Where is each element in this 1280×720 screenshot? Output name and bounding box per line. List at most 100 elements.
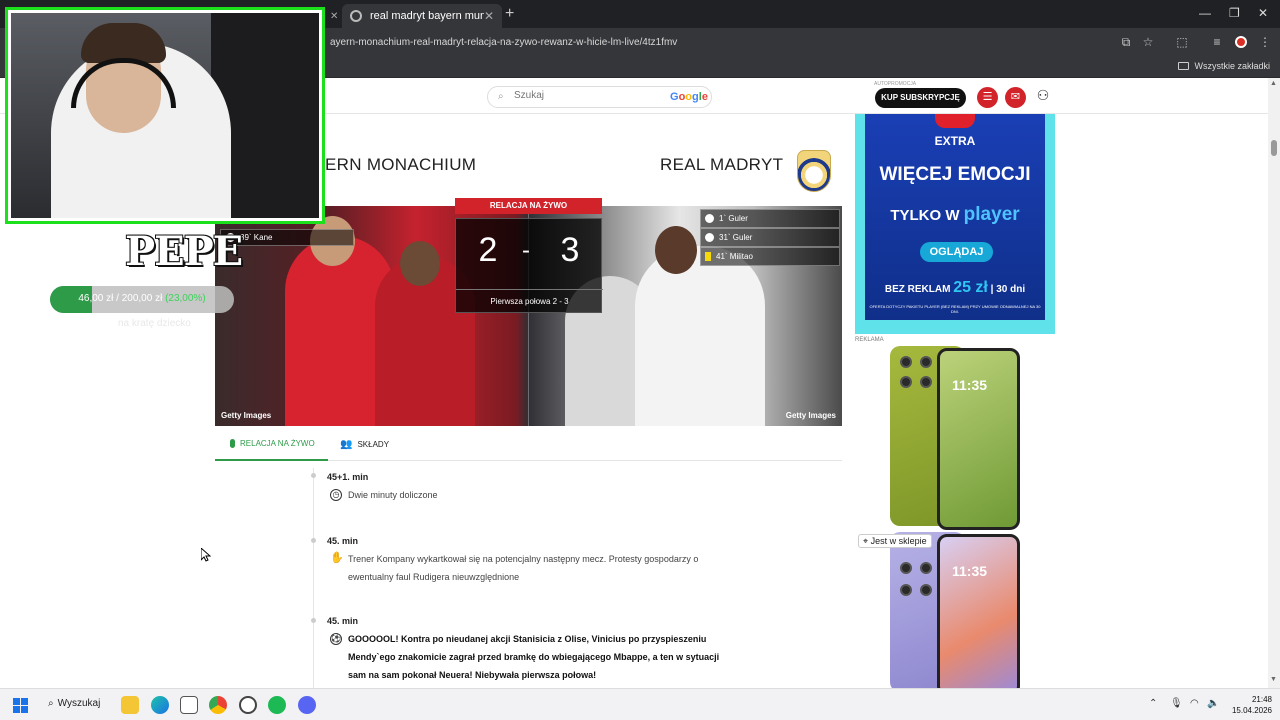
- player-head: [655, 226, 697, 274]
- obs-icon[interactable]: [239, 696, 257, 714]
- phone-ad-2[interactable]: 11:35: [855, 530, 1055, 688]
- active-tab-underline: [215, 459, 328, 461]
- home-score: 2: [478, 231, 498, 269]
- store-icon[interactable]: [180, 696, 198, 714]
- in-store-badge[interactable]: ⌖ Jest w sklepie: [858, 534, 932, 548]
- webcam-overlay: [5, 7, 325, 224]
- search-icon: ⌕: [48, 698, 54, 709]
- feed-entry: 45+1. min ◷ Dwie minuty doliczone: [327, 472, 747, 501]
- ad-top-badge: [935, 114, 975, 128]
- soccer-ball-icon: [705, 214, 714, 223]
- taskbar-search[interactable]: ⌕ Wyszukaj: [48, 698, 100, 709]
- camera-lens: [920, 376, 932, 388]
- clock-time: 21:48: [1251, 695, 1272, 704]
- camera-lens: [900, 584, 912, 596]
- timeline-dot: [311, 473, 316, 478]
- tab-favicon-icon: [350, 10, 362, 22]
- ad-price-value: 25 zł: [953, 279, 988, 296]
- menu-hamburger-icon[interactable]: ☰: [977, 87, 998, 108]
- profile-avatar-icon[interactable]: [1235, 36, 1247, 48]
- feed-text: Dwie minuty doliczone: [348, 490, 438, 500]
- bookmark-star-icon[interactable]: ☆: [1141, 35, 1155, 49]
- wifi-icon[interactable]: ◠: [1190, 698, 1199, 709]
- file-explorer-icon[interactable]: [121, 696, 139, 714]
- feed-text: GOOOOOL! Kontra po nieudanej akcji Stani…: [348, 634, 720, 680]
- ad-watch-button[interactable]: OGLĄDAJ: [920, 242, 993, 262]
- tab-live-report[interactable]: RELACJA NA ŻYWO: [215, 439, 328, 461]
- camera-lens: [900, 562, 912, 574]
- scrollbar-thumb[interactable]: [1271, 140, 1277, 156]
- restore-icon[interactable]: ❐: [1229, 6, 1240, 20]
- microphone-icon: [230, 439, 235, 448]
- real-madrid-crest-icon[interactable]: [797, 150, 831, 192]
- ad-price-prefix: BEZ REKLAM: [884, 284, 951, 295]
- ad-price-suffix: 30 dni: [996, 284, 1026, 295]
- feed-text: Trener Kompany wykartkował się na potenc…: [348, 554, 699, 582]
- home-team-name[interactable]: ERN MONACHIUM: [325, 155, 476, 175]
- new-tab-icon[interactable]: +: [505, 5, 514, 23]
- search-bar[interactable]: ⌕ Google: [487, 86, 712, 108]
- windows-start-icon[interactable]: [13, 698, 28, 713]
- taskbar-clock[interactable]: 21:48 15.04.2026: [1228, 694, 1272, 716]
- people-icon: 👥: [340, 439, 353, 450]
- event-text: 31` Guler: [719, 233, 753, 242]
- extensions-icon[interactable]: ⬚: [1175, 35, 1189, 49]
- phone-ad-1[interactable]: 11:35: [855, 344, 1055, 530]
- feed-minute: 45. min: [327, 616, 359, 626]
- ad-subline: TYLKO W player: [865, 204, 1045, 226]
- feed-timeline-line: [313, 468, 314, 688]
- stopwatch-icon: ◷: [330, 489, 342, 501]
- browser-tab-active[interactable]: real madryt bayern munchen re ✕: [342, 4, 502, 28]
- media-controls-icon[interactable]: ≡: [1210, 35, 1224, 49]
- player-ad-banner[interactable]: EXTRA WIĘCEJ EMOCJI TYLKO W player OGLĄD…: [855, 114, 1055, 334]
- tab-close-icon[interactable]: ✕: [484, 9, 494, 23]
- volume-icon[interactable]: 🔈: [1207, 698, 1219, 709]
- away-score: 3: [560, 231, 580, 269]
- tab-title: real madryt bayern munchen re: [370, 10, 484, 22]
- hand-icon: ✋: [330, 552, 344, 564]
- spotify-icon[interactable]: [268, 696, 286, 714]
- away-team-name[interactable]: REAL MADRYT: [660, 155, 783, 175]
- donation-percent: (23,00%): [165, 293, 206, 304]
- scroll-down-icon[interactable]: ▼: [1270, 676, 1277, 683]
- ad-label: REKLAMA: [855, 337, 884, 343]
- ad-fine-print: OFERTA DOTYCZY PAKIETU PLAYER (BEZ REKLA…: [869, 304, 1041, 314]
- scroll-up-icon[interactable]: ▲: [1270, 80, 1277, 87]
- discord-icon[interactable]: [298, 696, 316, 714]
- subscribe-button[interactable]: KUP SUBSKRYPCJĘ: [875, 88, 966, 108]
- minimize-icon[interactable]: —: [1199, 6, 1211, 20]
- search-icon: ⌕: [498, 91, 504, 102]
- microphone-tray-icon[interactable]: 🎙: [1170, 698, 1183, 709]
- address-bar[interactable]: ayern-monachium-real-madryt-relacja-na-z…: [330, 37, 677, 48]
- ad-headline: WIĘCEJ EMOCJI: [879, 164, 1031, 185]
- tab-lineups[interactable]: 👥 SKŁADY: [340, 439, 389, 450]
- user-account-icon[interactable]: ⚇: [1034, 87, 1052, 105]
- player-figure: [635, 246, 765, 426]
- page-scrollbar[interactable]: ▲ ▼: [1268, 78, 1280, 688]
- half-time-score: Pierwsza połowa 2 - 3: [456, 289, 603, 314]
- timeline-dot: [311, 618, 316, 623]
- in-store-label: Jest w sklepie: [870, 536, 927, 546]
- all-bookmarks-button[interactable]: Wszystkie zakładki: [1178, 61, 1270, 71]
- donation-goal-bar: 46,00 zł / 200,00 zł (23,00%): [50, 286, 234, 313]
- away-event: 1` Guler: [700, 209, 840, 228]
- install-icon[interactable]: ⧉: [1119, 35, 1133, 49]
- player-brand-logo: player: [963, 204, 1020, 225]
- soccer-ball-icon: ⚽: [330, 633, 342, 645]
- event-text: 1` Guler: [719, 214, 748, 223]
- scoreboard: 2 - 3 Pierwsza połowa 2 - 3: [455, 218, 603, 314]
- menu-kebab-icon[interactable]: ⋮: [1258, 35, 1272, 49]
- close-window-icon[interactable]: ✕: [1258, 6, 1268, 20]
- search-input[interactable]: [514, 90, 654, 101]
- browser-tab-previous[interactable]: ✕: [330, 4, 338, 28]
- edge-icon[interactable]: [151, 696, 169, 714]
- tab-close-icon[interactable]: ✕: [330, 11, 338, 22]
- tray-chevron-icon[interactable]: ⌃: [1149, 698, 1157, 709]
- taskbar-search-label: Wyszukaj: [57, 698, 101, 709]
- all-bookmarks-label: Wszystkie zakładki: [1194, 61, 1270, 71]
- camera-lens: [920, 584, 932, 596]
- folder-icon: [1178, 62, 1190, 70]
- donation-goal: 200,00 zł: [121, 293, 163, 304]
- chrome-icon[interactable]: [209, 696, 227, 714]
- mail-icon[interactable]: ✉: [1005, 87, 1026, 108]
